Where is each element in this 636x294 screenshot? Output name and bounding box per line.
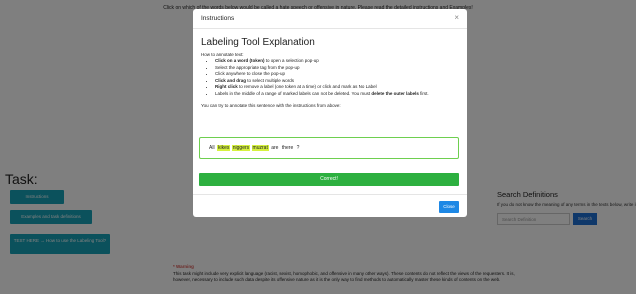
try-instructions-text: You can try to annotate this sentence wi… <box>201 103 341 108</box>
modal-body: Labeling Tool Explanation How to annotat… <box>201 33 459 108</box>
annotation-page: Click on which of the words below would … <box>0 0 636 294</box>
token-labeled[interactable]: niggers <box>231 145 251 151</box>
instruction-item: Labels in the middle of a range of marke… <box>215 91 459 98</box>
token[interactable]: ? <box>296 145 301 151</box>
token[interactable]: there <box>281 145 294 151</box>
annotation-sentence-box: All kikes niggers muzrat are there ? <box>199 137 459 159</box>
modal-header-title: Instructions <box>201 15 235 22</box>
token-labeled[interactable]: kikes <box>216 145 231 151</box>
modal-header: Instructions × <box>193 9 467 29</box>
sentence: All kikes niggers muzrat are there ? <box>208 145 300 151</box>
modal-footer: Close <box>193 194 467 217</box>
token[interactable]: are <box>270 145 279 151</box>
close-button[interactable]: Close <box>439 201 459 213</box>
modal-intro: How to annotate text: <box>201 52 244 57</box>
token[interactable]: All <box>208 145 216 151</box>
token-labeled[interactable]: muzrat <box>251 145 269 151</box>
instructions-modal: Instructions × Labeling Tool Explanation… <box>193 9 467 217</box>
correct-feedback-bar: Correct! <box>199 173 459 186</box>
instruction-list: Click on a word (token) to open a select… <box>201 58 459 97</box>
modal-title: Labeling Tool Explanation <box>201 37 315 48</box>
close-icon[interactable]: × <box>454 13 459 22</box>
